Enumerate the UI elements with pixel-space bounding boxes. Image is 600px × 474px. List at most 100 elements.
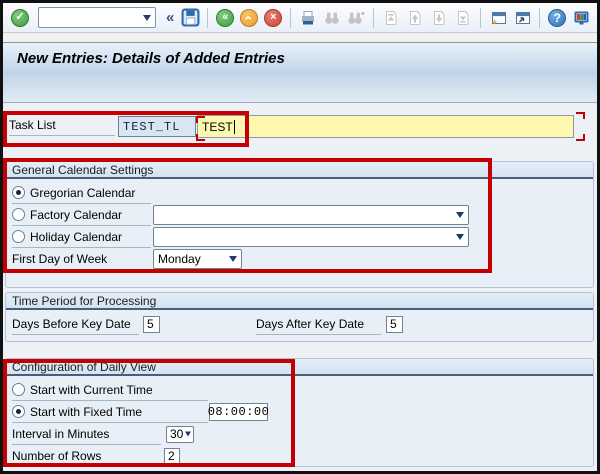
enter-check-icon: ✓: [11, 9, 29, 27]
days-after-key-date-label: Days After Key Date: [256, 317, 364, 331]
chevron-down-icon: [229, 256, 237, 262]
interval-in-minutes-label: Interval in Minutes: [12, 427, 109, 441]
title-panel-lower-band: [3, 74, 597, 102]
title-panel: New Entries: Details of Added Entries: [3, 42, 597, 103]
next-page-icon: [430, 9, 448, 27]
factory-calendar-dropdown[interactable]: [153, 205, 469, 225]
group-title: Configuration of Daily View: [6, 359, 593, 376]
gregorian-calendar-label: Gregorian Calendar: [30, 186, 135, 200]
text-cursor: [234, 120, 235, 134]
holiday-calendar-dropdown[interactable]: [153, 227, 469, 247]
back-icon: «: [216, 9, 234, 27]
collapse-toolbar-icon[interactable]: «: [166, 9, 174, 26]
save-button[interactable]: [180, 8, 200, 28]
page-title: New Entries: Details of Added Entries: [17, 50, 285, 67]
task-list-label: Task List: [9, 115, 115, 136]
command-input[interactable]: [42, 9, 138, 26]
row-holiday-calendar: Holiday Calendar: [12, 226, 593, 248]
row-number-of-rows: Number of Rows 2: [12, 445, 593, 467]
command-field[interactable]: [38, 7, 156, 28]
interval-dropdown[interactable]: 30: [166, 426, 194, 443]
days-before-key-date-field[interactable]: 5: [143, 316, 160, 333]
last-page-icon: [454, 9, 472, 27]
find-icon: [323, 9, 341, 27]
selection-bracket-bottom-left: [196, 134, 205, 141]
first-day-of-week-dropdown[interactable]: Monday: [153, 249, 242, 269]
toolbar-gap-strip: [3, 33, 597, 42]
factory-calendar-label: Factory Calendar: [30, 208, 122, 222]
days-before-key-date-label: Days Before Key Date: [12, 317, 131, 331]
factory-calendar-radio[interactable]: [12, 208, 25, 221]
selection-bracket-top-left: [196, 116, 205, 123]
first-day-of-week-value: Monday: [158, 252, 201, 266]
toolbar-separator: [373, 8, 374, 28]
toolbar-separator: [539, 8, 540, 28]
toolbar-separator: [480, 8, 481, 28]
cancel-button[interactable]: ×: [263, 8, 283, 28]
create-shortcut-icon: [513, 9, 532, 27]
task-list-name-field[interactable]: TEST_TL: [118, 116, 196, 137]
customize-layout-button[interactable]: [571, 8, 591, 28]
first-day-of-week-label: First Day of Week: [12, 252, 107, 266]
enter-button[interactable]: ✓: [10, 8, 30, 28]
print-icon: [299, 9, 317, 27]
group-title: Time Period for Processing: [6, 293, 593, 310]
chevron-down-icon: [456, 212, 464, 218]
customize-layout-icon: [572, 9, 591, 27]
standard-toolbar: ✓ « « ‹ ×: [3, 3, 597, 33]
row-interval-minutes: Interval in Minutes 30: [12, 423, 593, 445]
start-fixed-time-radio[interactable]: [12, 405, 25, 418]
new-session-button[interactable]: [488, 8, 508, 28]
first-page-icon: [382, 9, 400, 27]
last-page-button: [453, 8, 473, 28]
create-shortcut-button[interactable]: [512, 8, 532, 28]
row-gregorian-calendar: Gregorian Calendar: [12, 182, 593, 204]
holiday-calendar-label: Holiday Calendar: [30, 230, 122, 244]
exit-icon: ‹: [240, 9, 258, 27]
command-dropdown-icon[interactable]: [143, 15, 151, 21]
start-current-time-label: Start with Current Time: [30, 383, 153, 397]
find-next-button: [346, 8, 366, 28]
row-start-fixed-time: Start with Fixed Time 08:00:00: [12, 401, 593, 423]
group-daily-view: Configuration of Daily View Start with C…: [5, 358, 594, 467]
row-key-date-days: Days Before Key Date 5 Days After Key Da…: [12, 313, 593, 335]
new-session-icon: [489, 9, 508, 27]
find-next-icon: [347, 9, 365, 27]
toolbar-separator: [290, 8, 291, 28]
find-button: [322, 8, 342, 28]
row-factory-calendar: Factory Calendar: [12, 204, 593, 226]
exit-button[interactable]: ‹: [239, 8, 259, 28]
holiday-calendar-radio[interactable]: [12, 230, 25, 243]
row-start-current-time: Start with Current Time: [12, 379, 593, 401]
task-list-description-field[interactable]: TEST: [197, 115, 574, 138]
help-button[interactable]: ?: [547, 8, 567, 28]
start-fixed-time-label: Start with Fixed Time: [30, 405, 142, 419]
gregorian-calendar-radio[interactable]: [12, 186, 25, 199]
next-page-button: [429, 8, 449, 28]
back-button[interactable]: «: [215, 8, 235, 28]
interval-value: 30: [170, 427, 183, 441]
days-after-key-date-field[interactable]: 5: [386, 316, 403, 333]
help-icon: ?: [548, 9, 566, 27]
group-title: General Calendar Settings: [6, 162, 593, 179]
selection-bracket-top-right: [576, 112, 585, 119]
chevron-down-icon: [185, 432, 191, 437]
first-page-button: [381, 8, 401, 28]
print-button[interactable]: [298, 8, 318, 28]
previous-page-button: [405, 8, 425, 28]
row-first-day-of-week: First Day of Week Monday: [12, 248, 593, 270]
number-of-rows-label: Number of Rows: [12, 449, 101, 463]
toolbar-separator: [207, 8, 208, 28]
content-area: Task List TEST_TL TEST General Calendar …: [3, 103, 597, 471]
group-general-calendar-settings: General Calendar Settings Gregorian Cale…: [5, 161, 594, 288]
fixed-time-field[interactable]: 08:00:00: [209, 403, 268, 421]
task-list-description-value: TEST: [202, 120, 233, 134]
number-of-rows-field[interactable]: 2: [164, 448, 180, 464]
sap-gui-window: ✓ « « ‹ ×: [0, 0, 600, 474]
cancel-icon: ×: [264, 9, 282, 27]
chevron-down-icon: [456, 234, 464, 240]
group-time-period: Time Period for Processing Days Before K…: [5, 292, 594, 342]
start-current-time-radio[interactable]: [12, 383, 25, 396]
selection-bracket-bottom-right: [576, 134, 585, 141]
save-icon: [181, 8, 200, 27]
